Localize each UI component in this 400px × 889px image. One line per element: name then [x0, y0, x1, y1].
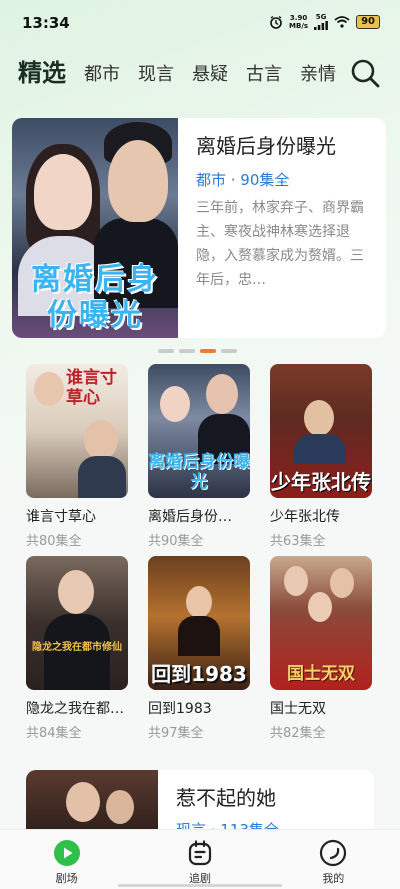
drama-item[interactable]: 少年张北传 少年张北传 共63集全: [270, 364, 372, 556]
drama-list-title: 惹不起的她: [176, 786, 276, 810]
tab-ancient-romance[interactable]: 古言: [246, 60, 282, 92]
pager-dot[interactable]: [179, 349, 195, 353]
featured-meta: 都市 · 90集全: [196, 171, 290, 189]
drama-name: 隐龙之我在都…: [26, 701, 124, 717]
drama-item[interactable]: 隐龙之我在都市修仙 隐龙之我在都… 共84集全: [26, 556, 128, 748]
drama-grid: 谁言寸草心 谁言寸草心 共80集全 离婚后身份曝光 离婚后身份… 共90集全 少…: [26, 364, 374, 748]
bottom-navigation: 剧场 追剧 我的: [0, 829, 400, 889]
drama-item[interactable]: 离婚后身份曝光 离婚后身份… 共90集全: [148, 364, 250, 556]
featured-poster-title: 离婚后身份曝光: [31, 262, 159, 333]
featured-poster[interactable]: 离婚后身份曝光: [12, 118, 178, 338]
nav-follow[interactable]: 追剧: [155, 830, 245, 889]
status-bar: 13:34 3.90 MB/s 5G 90: [0, 0, 400, 44]
featured-title: 离婚后身份曝光: [196, 134, 336, 158]
drama-cover[interactable]: 回到1983: [148, 556, 250, 690]
drama-cover-title: 谁言寸草心: [66, 368, 117, 408]
drama-episodes: 共82集全: [270, 726, 326, 741]
network-type: 5G: [315, 13, 327, 21]
follow-list-icon: [188, 840, 212, 866]
alarm-icon: [270, 15, 282, 29]
drama-name: 国士无双: [270, 701, 326, 717]
status-time: 13:34: [22, 14, 70, 32]
drama-episodes: 共84集全: [26, 726, 82, 741]
cellular-signal: 5G: [314, 14, 328, 30]
drama-name: 少年张北传: [270, 509, 340, 525]
drama-item[interactable]: 谁言寸草心 谁言寸草心 共80集全: [26, 364, 128, 556]
nav-profile[interactable]: 我的: [288, 830, 378, 889]
drama-cover-title: 隐龙之我在都市修仙: [32, 642, 122, 653]
drama-name: 谁言寸草心: [26, 509, 96, 525]
drama-name: 离婚后身份…: [148, 509, 232, 525]
status-icons: 3.90 MB/s 5G 90: [269, 14, 380, 30]
tab-suspense[interactable]: 悬疑: [192, 60, 228, 92]
nav-label: 剧场: [55, 872, 78, 885]
drama-cover[interactable]: 隐龙之我在都市修仙: [26, 556, 128, 690]
net-speed: 3.90 MB/s: [289, 14, 308, 30]
featured-info: 离婚后身份曝光 都市 · 90集全 三年前，林家弃子、商界霸主、寒夜战神林寒选择…: [178, 118, 386, 338]
drama-cover-title: 离婚后身份曝光: [148, 452, 250, 492]
pager-dot[interactable]: [221, 349, 237, 353]
home-indicator[interactable]: [118, 884, 282, 887]
tab-featured[interactable]: 精选: [18, 56, 66, 92]
drama-episodes: 共63集全: [270, 534, 326, 549]
nav-label: 我的: [322, 872, 345, 885]
tab-urban[interactable]: 都市: [84, 60, 120, 92]
pager-dot[interactable]: [158, 349, 174, 353]
drama-episodes: 共90集全: [148, 534, 204, 549]
tab-modern-romance[interactable]: 现言: [138, 60, 174, 92]
drama-cover[interactable]: 谁言寸草心: [26, 364, 128, 498]
category-tab-bar: 精选 都市 现言 悬疑 古言 亲情: [18, 56, 348, 92]
drama-cover-title: 少年张北传: [271, 470, 371, 494]
search-button[interactable]: [350, 58, 382, 90]
carousel-pager: [158, 349, 237, 353]
nav-theater[interactable]: 剧场: [22, 830, 112, 889]
drama-item[interactable]: 国士无双 国士无双 共82集全: [270, 556, 372, 748]
drama-cover[interactable]: 少年张北传: [270, 364, 372, 498]
drama-cover[interactable]: 国士无双: [270, 556, 372, 690]
theater-play-icon: [53, 840, 80, 866]
net-speed-unit: MB/s: [289, 22, 309, 30]
battery-indicator: 90: [356, 15, 380, 29]
drama-name: 回到1983: [148, 701, 212, 717]
drama-episodes: 共80集全: [26, 534, 82, 549]
wifi-icon: [334, 16, 350, 28]
drama-episodes: 共97集全: [148, 726, 204, 741]
featured-description: 三年前，林家弃子、商界霸主、寒夜战神林寒选择退隐，入赘慕家成为赘婿。三年后，忠…: [196, 200, 364, 288]
drama-cover-title: 回到1983: [151, 662, 247, 686]
search-icon: [351, 59, 380, 88]
drama-cover-title: 国士无双: [287, 664, 355, 684]
drama-cover[interactable]: 离婚后身份曝光: [148, 364, 250, 498]
tab-family[interactable]: 亲情: [300, 60, 336, 92]
signal-icon: [314, 21, 328, 30]
profile-icon: [320, 839, 347, 867]
featured-drama-card[interactable]: 离婚后身份曝光 离婚后身份曝光 都市 · 90集全 三年前，林家弃子、商界霸主、…: [12, 118, 386, 338]
net-speed-value: 3.90: [289, 14, 308, 22]
pager-dot-active[interactable]: [200, 349, 216, 353]
drama-item[interactable]: 回到1983 回到1983 共97集全: [148, 556, 250, 748]
